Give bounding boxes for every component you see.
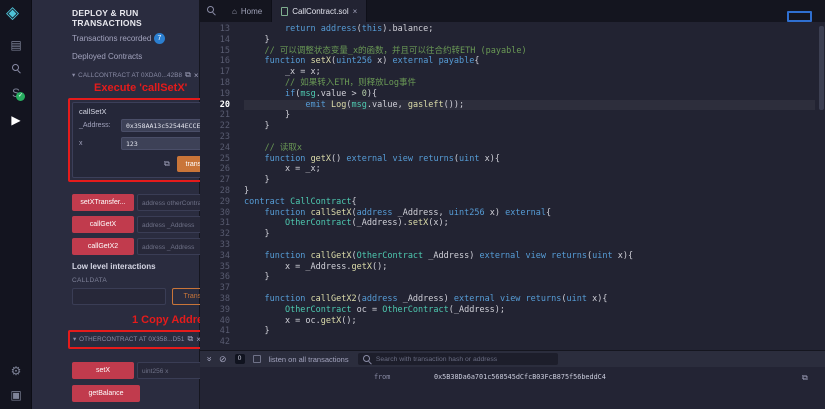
setx-button[interactable]: setX: [72, 362, 134, 379]
plugin-manager-icon[interactable]: ▣: [8, 388, 24, 402]
magnifier-glyph: [12, 64, 21, 73]
listen-all-label: listen on all transactions: [269, 355, 349, 364]
tab-callcontract-label: CallContract.sol: [292, 7, 348, 16]
editor-search-icon[interactable]: [207, 2, 216, 20]
chevron-down-icon: ▾: [73, 336, 76, 343]
remix-logo-icon[interactable]: ◈: [6, 3, 19, 23]
terminal-expand-icon[interactable]: «: [204, 356, 214, 361]
tab-callcontract-sol[interactable]: CallContract.sol ×: [272, 0, 367, 22]
terminal-search: [358, 353, 558, 365]
tab-home[interactable]: ⌂ Home: [223, 0, 272, 22]
transactions-recorded-label: Transactions recorded: [72, 34, 151, 43]
remix-app: ◈ ▤ S✓ ▶ ⚙ ▣ DEPLOY & RUN TRANSACTIONS ▤…: [0, 0, 825, 409]
annotation-execute-callsetx: Execute 'callSetX': [94, 82, 187, 94]
pending-count-badge: 0: [235, 354, 245, 364]
low-level-interactions-label: Low level interactions: [72, 262, 156, 271]
close-icon[interactable]: ×: [353, 7, 358, 16]
code-lines: return address(this).balance; } // 可以调整状…: [244, 24, 815, 348]
activity-bar: ◈ ▤ S✓ ▶ ⚙ ▣: [0, 0, 32, 409]
othercontract-instance-header[interactable]: ▾ OTHERCONTRACT AT 0X358...D51 ⧉ ×: [73, 334, 221, 344]
x-field-label: x: [79, 140, 83, 147]
code-editor[interactable]: 1314151617181920212223242526272829303132…: [200, 22, 825, 350]
calldata-label: CALLDATA: [72, 277, 107, 284]
copy-icon[interactable]: ⧉: [185, 70, 191, 80]
close-icon[interactable]: ×: [194, 71, 199, 80]
listen-all-checkbox[interactable]: [253, 355, 261, 363]
from-label: from: [374, 373, 390, 381]
getbalance-button[interactable]: getBalance: [72, 385, 140, 402]
terminal: « ⊘ 0 listen on all transactions from 0x…: [200, 350, 825, 409]
clear-console-icon[interactable]: ⊘: [219, 354, 227, 365]
copy-icon[interactable]: ⧉: [164, 159, 170, 169]
terminal-toolbar: « ⊘ 0 listen on all transactions: [200, 351, 825, 367]
file-explorer-icon[interactable]: ▤: [8, 38, 24, 52]
calldata-input[interactable]: [72, 288, 166, 305]
editor-gutter: 1314151617181920212223242526272829303132…: [200, 24, 240, 348]
panel-title: DEPLOY & RUN TRANSACTIONS: [72, 8, 199, 28]
from-address-value: 0x5B38Da6a701c568545dCfcB03FcB875f56bedd…: [434, 373, 606, 381]
search-icon[interactable]: [8, 62, 24, 76]
compile-success-badge: ✓: [16, 92, 25, 101]
deploy-run-panel: DEPLOY & RUN TRANSACTIONS ▤ Transactions…: [32, 0, 200, 409]
editor-viewport-indicator[interactable]: [787, 11, 812, 22]
editor-scrollbar[interactable]: [819, 26, 824, 110]
terminal-log-row: from 0x5B38Da6a701c568545dCfcB03FcB875f5…: [200, 373, 825, 387]
address-field-label: _Address:: [79, 122, 111, 129]
settings-icon[interactable]: ⚙: [8, 364, 24, 378]
tab-home-label: Home: [241, 7, 262, 16]
editor-tabbar: ⌂ Home CallContract.sol ×: [200, 0, 825, 22]
callcontract-instance-label: CALLCONTRACT AT 0XDA0...42B8: [78, 72, 182, 79]
callgetx-button[interactable]: callGetX: [72, 216, 134, 233]
copy-icon[interactable]: ⧉: [188, 334, 194, 344]
solidity-compiler-icon[interactable]: S✓: [8, 86, 24, 100]
file-icon: [281, 7, 288, 16]
search-icon: [363, 355, 372, 364]
copy-icon[interactable]: ⧉: [802, 373, 808, 383]
callgetx2-button[interactable]: callGetX2: [72, 238, 134, 255]
transactions-count-badge: 7: [154, 33, 165, 44]
setxtransfer-button[interactable]: setXTransfer...: [72, 194, 134, 211]
deployed-contracts-label: Deployed Contracts: [72, 52, 142, 61]
home-icon: ⌂: [232, 7, 237, 16]
terminal-search-input[interactable]: [376, 356, 553, 363]
deploy-run-icon[interactable]: ▶: [8, 113, 24, 127]
magnifier-glyph: [207, 6, 216, 15]
callsetx-form-title: callSetX: [79, 107, 107, 116]
othercontract-instance-label: OTHERCONTRACT AT 0X358...D51: [79, 336, 184, 343]
chevron-down-icon: ▾: [72, 72, 75, 79]
